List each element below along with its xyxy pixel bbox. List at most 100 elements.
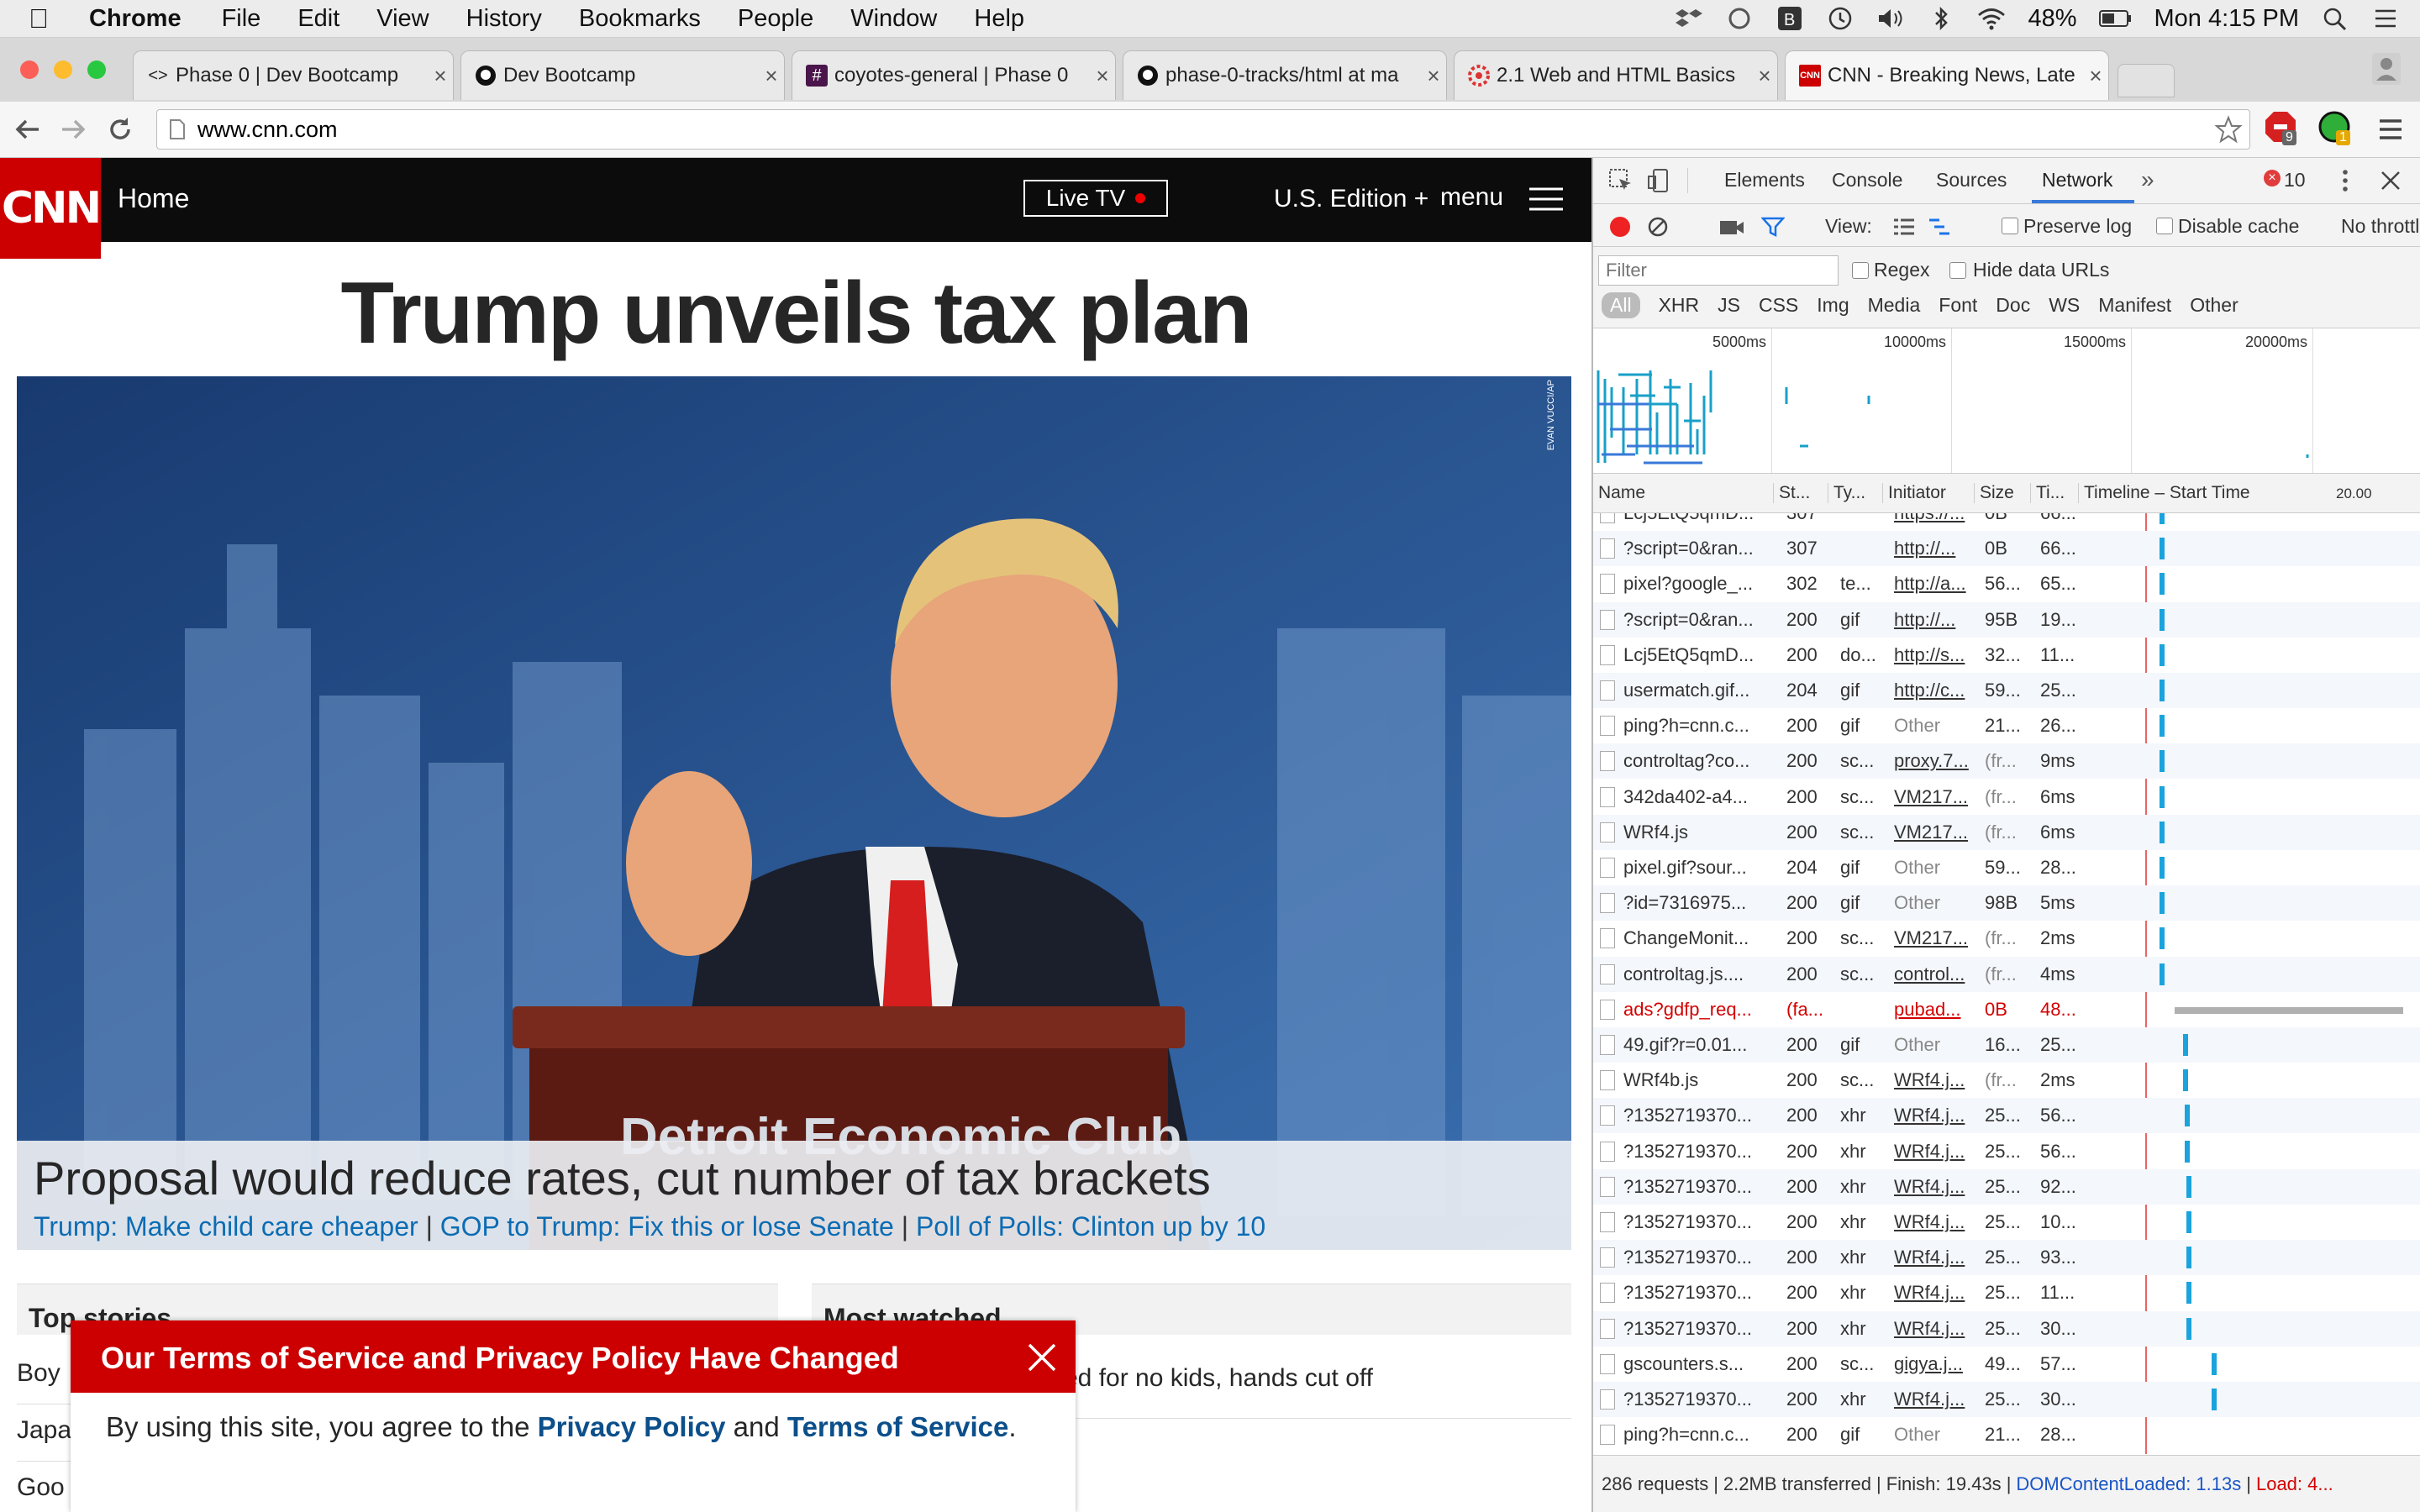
- hero-image[interactable]: EVAN VUCCI/AP Detroit Economic Club: [17, 376, 1571, 1250]
- privacy-policy-link[interactable]: Privacy Policy: [538, 1411, 726, 1442]
- request-row[interactable]: ?script=0&ran... 200 gif http://... 95B 19...: [1593, 601, 2420, 638]
- request-row[interactable]: ?1352719370... 200 xhr WRf4.j... 25... 56...: [1593, 1134, 2420, 1169]
- request-initiator[interactable]: pubad...: [1889, 999, 1980, 1021]
- request-row[interactable]: controltag?co... 200 sc... proxy.7... (fr...…: [1593, 743, 2420, 780]
- request-row[interactable]: WRf4b.js 200 sc... WRf4.j... (fr... 2ms: [1593, 1063, 2420, 1098]
- filter-doc[interactable]: Doc: [1996, 294, 2030, 317]
- browser-tab-devbootcamp[interactable]: Dev Bootcamp ×: [460, 50, 785, 100]
- request-initiator[interactable]: http://...: [1889, 609, 1980, 631]
- request-row[interactable]: ?1352719370... 200 xhr WRf4.j... 25... 92...: [1593, 1168, 2420, 1205]
- request-row[interactable]: 342da402-a4... 200 sc... VM217... (fr... 6ms: [1593, 780, 2420, 815]
- waterfall-view-icon[interactable]: [1928, 218, 1951, 236]
- request-row[interactable]: ChangeMonit... 200 sc... VM217... (fr... 2ms: [1593, 921, 2420, 956]
- dropbox-icon[interactable]: [1675, 6, 1703, 31]
- time-machine-icon[interactable]: [1826, 6, 1854, 31]
- col-name[interactable]: Name: [1593, 483, 1773, 503]
- request-row[interactable]: ping?h=cnn.c... 200 gif Other 21... 28...: [1593, 1417, 2420, 1452]
- menu-window[interactable]: Window: [850, 5, 937, 33]
- col-status[interactable]: St...: [1773, 483, 1828, 503]
- extension-green[interactable]: 1: [2317, 110, 2351, 147]
- preserve-log-checkbox[interactable]: [2002, 218, 2018, 234]
- request-row[interactable]: pixel.gif?sour... 204 gif Other 59... 28...: [1593, 850, 2420, 885]
- request-initiator[interactable]: Other: [1889, 1424, 1980, 1446]
- request-row[interactable]: WRf4.js 200 sc... VM217... (fr... 6ms: [1593, 814, 2420, 850]
- cnn-logo[interactable]: CNN: [0, 158, 102, 259]
- request-initiator[interactable]: VM217...: [1889, 927, 1980, 949]
- cloud-icon[interactable]: [1725, 6, 1754, 31]
- menu-help[interactable]: Help: [974, 5, 1024, 33]
- window-minimize-button[interactable]: [54, 60, 72, 79]
- address-bar[interactable]: www.cnn.com: [156, 109, 2250, 150]
- url-text[interactable]: www.cnn.com: [197, 117, 338, 143]
- forward-icon[interactable]: [59, 115, 87, 144]
- request-initiator[interactable]: WRf4.j...: [1889, 1069, 1980, 1091]
- back-icon[interactable]: [13, 115, 42, 144]
- request-row[interactable]: ?1352719370... 200 xhr WRf4.j... 25... 56...: [1593, 1098, 2420, 1134]
- network-overview[interactable]: 5000ms 10000ms 15000ms 20000ms: [1593, 328, 2420, 474]
- tab-network[interactable]: Network: [2042, 169, 2112, 192]
- tab-close-icon[interactable]: ×: [759, 63, 784, 89]
- request-initiator[interactable]: WRf4.j...: [1889, 1141, 1980, 1163]
- related-link-childcare[interactable]: Trump: Make child care cheaper: [34, 1211, 418, 1242]
- menu-history[interactable]: History: [466, 5, 542, 33]
- wifi-icon[interactable]: [1977, 6, 2006, 31]
- menu-file[interactable]: File: [222, 5, 261, 33]
- request-initiator[interactable]: http://s...: [1889, 644, 1980, 666]
- live-tv-button[interactable]: Live TV: [1023, 180, 1168, 217]
- record-icon[interactable]: [1610, 217, 1630, 237]
- request-row[interactable]: ?script=0&ran... 307 http://... 0B 66...: [1593, 531, 2420, 567]
- reload-icon[interactable]: [106, 115, 134, 144]
- request-row[interactable]: Lcj5EtQ5qmD... 200 do... http://s... 32... 11…: [1593, 638, 2420, 673]
- request-initiator[interactable]: control...: [1889, 963, 1980, 985]
- tab-console[interactable]: Console: [1832, 169, 1902, 192]
- menu-view[interactable]: View: [376, 5, 429, 33]
- request-row[interactable]: ?id=7316975... 200 gif Other 98B 5ms: [1593, 885, 2420, 921]
- video-item[interactable]: ed for no kids, hands cut off: [1064, 1364, 1373, 1393]
- tab-close-icon[interactable]: ×: [1752, 63, 1777, 89]
- hide-data-urls-checkbox[interactable]: [1949, 262, 1966, 279]
- request-initiator[interactable]: VM217...: [1889, 786, 1980, 808]
- browser-tab-cnn[interactable]: CNN CNN - Breaking News, Late ×: [1785, 50, 2109, 100]
- device-toolbar-icon[interactable]: [1647, 168, 1672, 193]
- disable-cache-checkbox[interactable]: [2156, 218, 2173, 234]
- bookmark-star-icon[interactable]: [2214, 115, 2243, 144]
- spotlight-search-icon[interactable]: [2321, 6, 2349, 31]
- request-initiator[interactable]: WRf4.j...: [1889, 1211, 1980, 1233]
- request-initiator[interactable]: proxy.7...: [1889, 750, 1980, 772]
- apple-menu-icon[interactable]: : [29, 3, 49, 34]
- request-row[interactable]: gscounters.s... 200 sc... gigya.j... 49... 57…: [1593, 1347, 2420, 1382]
- window-close-button[interactable]: [20, 60, 39, 79]
- request-row[interactable]: ?1352719370... 200 xhr WRf4.j... 25... 10...: [1593, 1205, 2420, 1240]
- related-link-gop[interactable]: GOP to Trump: Fix this or lose Senate: [440, 1211, 894, 1242]
- error-count[interactable]: 10: [2284, 169, 2306, 192]
- filter-media[interactable]: Media: [1868, 294, 1921, 317]
- request-row[interactable]: ?1352719370... 200 xhr WRf4.j... 25... 11...: [1593, 1275, 2420, 1310]
- caption-title[interactable]: Proposal would reduce rates, cut number …: [34, 1151, 1211, 1205]
- browser-tab-github-html[interactable]: phase-0-tracks/html at ma ×: [1123, 50, 1447, 100]
- profile-icon[interactable]: [2371, 52, 2402, 86]
- request-row[interactable]: ?1352719370... 200 xhr WRf4.j... 25... 30...: [1593, 1310, 2420, 1347]
- menu-label[interactable]: menu: [1440, 183, 1503, 212]
- filter-img[interactable]: Img: [1817, 294, 1849, 317]
- close-devtools-icon[interactable]: [2380, 170, 2402, 192]
- request-initiator[interactable]: gigya.j...: [1889, 1353, 1980, 1375]
- story-item[interactable]: Boy: [17, 1359, 60, 1388]
- notification-center-icon[interactable]: [2371, 6, 2400, 31]
- request-row[interactable]: usermatch.gif... 204 gif http://c... 59... 25…: [1593, 673, 2420, 708]
- tab-elements[interactable]: Elements: [1724, 169, 1805, 192]
- b-extension-icon[interactable]: B: [1776, 6, 1804, 31]
- more-tabs-icon[interactable]: »: [2141, 166, 2154, 193]
- request-initiator[interactable]: WRf4.j...: [1889, 1176, 1980, 1198]
- col-initiator[interactable]: Initiator: [1882, 483, 1974, 503]
- filter-input[interactable]: [1598, 255, 1839, 286]
- request-initiator[interactable]: https://...: [1889, 513, 1980, 524]
- request-initiator[interactable]: WRf4.j...: [1889, 1318, 1980, 1340]
- request-initiator[interactable]: WRf4.j...: [1889, 1389, 1980, 1410]
- filter-ws[interactable]: WS: [2049, 294, 2080, 317]
- new-tab-button[interactable]: [2118, 64, 2175, 97]
- filter-manifest[interactable]: Manifest: [2098, 294, 2171, 317]
- tab-close-icon[interactable]: ×: [428, 63, 453, 89]
- edition-selector[interactable]: U.S. Edition +: [1274, 185, 1428, 213]
- request-row[interactable]: ping?h=cnn.c... 200 gif Other 21... 26...: [1593, 708, 2420, 743]
- request-initiator[interactable]: WRf4.j...: [1889, 1105, 1980, 1126]
